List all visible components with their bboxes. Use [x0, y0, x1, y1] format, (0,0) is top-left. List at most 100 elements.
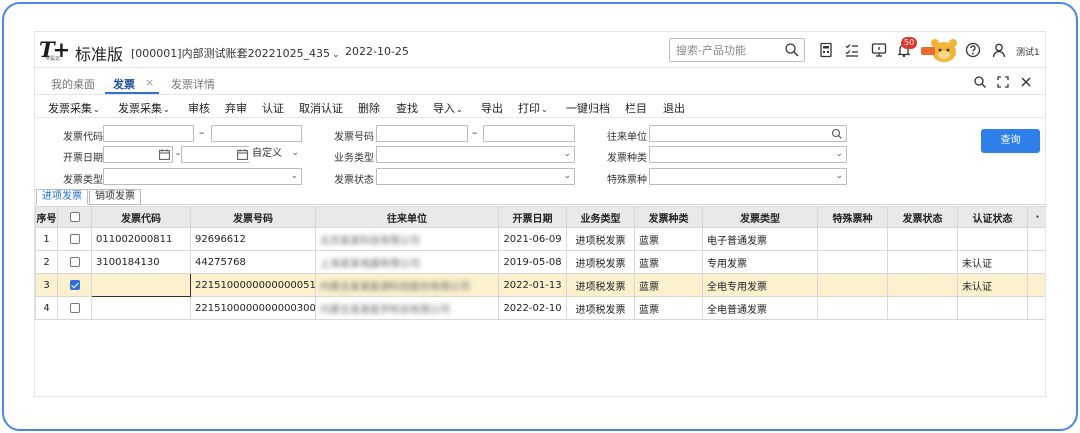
user-icon[interactable] — [991, 42, 1007, 58]
close-icon[interactable] — [1019, 75, 1033, 89]
col-header-kind[interactable]: 发票种类 — [634, 206, 703, 228]
search-input[interactable] — [676, 42, 780, 58]
account-selector[interactable]: [000001]内部测试账套20221025_435 ⌄ — [131, 45, 340, 61]
cell-partner[interactable]: 北京某某科技有限公司 — [315, 227, 499, 251]
row-select-cell[interactable] — [57, 296, 92, 320]
cell-auth[interactable]: 未认证 — [957, 273, 1028, 297]
toolbar-audit[interactable]: 审核 — [188, 100, 210, 116]
cell-type[interactable]: 全电专用发票 — [702, 273, 818, 297]
invoice-status-select[interactable]: ⌄ — [376, 168, 575, 185]
toolbar-find[interactable]: 查找 — [396, 100, 418, 116]
tab-my-desktop[interactable]: 我的桌面 — [51, 76, 95, 92]
invoice-number-from-input[interactable] — [376, 125, 468, 142]
cell-number[interactable]: 22151000000000003006 — [190, 296, 316, 320]
partner-input[interactable] — [649, 125, 847, 142]
cell-type[interactable]: 电子普通发票 — [702, 227, 818, 251]
invoice-number-to-input[interactable] — [483, 125, 575, 142]
calculator-icon[interactable] — [818, 42, 834, 58]
select-all-checkbox[interactable] — [69, 211, 80, 222]
monitor-icon[interactable] — [871, 42, 887, 58]
issue-date-to-input[interactable] — [181, 146, 251, 163]
tab-invoice-detail[interactable]: 发票详情 — [171, 76, 215, 92]
cell-number[interactable]: 92696612 — [190, 227, 316, 251]
col-header-more[interactable]: · — [1027, 206, 1045, 228]
cell-auth[interactable]: 未认证 — [957, 250, 1028, 274]
cell-code[interactable]: 3100184130 — [91, 250, 191, 274]
col-header-business[interactable]: 业务类型 — [566, 206, 635, 228]
cell-kind[interactable]: 蓝票 — [634, 296, 703, 320]
cell-business[interactable]: 进项税发票 — [566, 296, 635, 320]
toolbar-print[interactable]: 打印⌄ — [518, 100, 548, 116]
username[interactable]: 测试1 — [1016, 45, 1040, 58]
col-header-select-all[interactable] — [57, 206, 92, 228]
toolbar-cancel-certify[interactable]: 取消认证 — [299, 100, 343, 116]
row-select-cell[interactable] — [57, 227, 92, 251]
table-row[interactable]: 2 3100184130 44275768 上海某某电器有限公司 2019-05… — [35, 250, 1045, 274]
invoice-type-select[interactable]: ⌄ — [103, 168, 302, 185]
cell-code[interactable] — [91, 296, 191, 320]
row-checkbox[interactable] — [69, 256, 80, 267]
cell-type[interactable]: 专用发票 — [702, 250, 818, 274]
checklist-icon[interactable] — [844, 42, 860, 58]
query-button[interactable]: 查询 — [981, 129, 1040, 153]
col-header-special[interactable]: 特殊票种 — [817, 206, 888, 228]
invoice-kind-select[interactable]: ⌄ — [649, 146, 847, 163]
cell-date[interactable]: 2021-06-09 — [498, 227, 567, 251]
cell-date[interactable]: 2022-01-13 — [498, 273, 567, 297]
cell-business[interactable]: 进项税发票 — [566, 273, 635, 297]
row-checkbox-checked[interactable] — [69, 279, 80, 290]
col-header-no[interactable]: 序号 — [35, 206, 58, 228]
cell-status[interactable] — [887, 296, 958, 320]
table-row[interactable]: 4 22151000000000003006 内蒙古某某医学检验有限公司 202… — [35, 296, 1045, 320]
row-select-cell[interactable] — [57, 250, 92, 274]
row-checkbox[interactable] — [69, 233, 80, 244]
table-row-selected[interactable]: 3 22151000000000000516 内蒙古某某能源科技股份有限公司 2… — [35, 273, 1045, 297]
cell-kind[interactable]: 蓝票 — [634, 250, 703, 274]
calendar-icon[interactable] — [237, 149, 248, 160]
cell-special[interactable] — [817, 296, 888, 320]
tab-sales-invoice[interactable]: 销项发票 — [89, 189, 141, 205]
cell-kind[interactable]: 蓝票 — [634, 273, 703, 297]
cell-business[interactable]: 进项税发票 — [566, 250, 635, 274]
cell-number[interactable]: 22151000000000000516 — [190, 273, 316, 297]
toolbar-archive[interactable]: 一键归档 — [566, 100, 610, 116]
cell-auth[interactable] — [957, 227, 1028, 251]
mascot-icon[interactable] — [920, 37, 958, 63]
col-header-type[interactable]: 发票类型 — [702, 206, 818, 228]
col-header-code[interactable]: 发票代码 — [91, 206, 191, 228]
col-header-auth[interactable]: 认证状态 — [957, 206, 1028, 228]
fullscreen-icon[interactable] — [996, 75, 1010, 89]
tab-invoice[interactable]: 发票 — [113, 76, 135, 92]
toolbar-collect-1[interactable]: 发票采集⌄ — [48, 100, 100, 116]
cell-status[interactable] — [887, 273, 958, 297]
cell-status[interactable] — [887, 227, 958, 251]
business-type-select[interactable]: ⌄ — [376, 146, 575, 163]
cell-date[interactable]: 2022-02-10 — [498, 296, 567, 320]
close-tab-icon[interactable]: × — [145, 76, 154, 89]
help-icon[interactable] — [965, 42, 981, 58]
cell-number[interactable]: 44275768 — [190, 250, 316, 274]
tab-purchase-invoice[interactable]: 进项发票 — [36, 189, 88, 205]
col-header-status[interactable]: 发票状态 — [887, 206, 958, 228]
cell-partner[interactable]: 内蒙古某某能源科技股份有限公司 — [315, 273, 499, 297]
cell-code[interactable]: 011002000811 — [91, 227, 191, 251]
cell-date[interactable]: 2019-05-08 — [498, 250, 567, 274]
cell-partner[interactable]: 内蒙古某某医学检验有限公司 — [315, 296, 499, 320]
toolbar-collect-2[interactable]: 发票采集⌄ — [118, 100, 170, 116]
table-row[interactable]: 1 011002000811 92696612 北京某某科技有限公司 2021-… — [35, 227, 1045, 251]
date-mode-select[interactable]: 自定义 ⌄ — [249, 146, 302, 163]
cell-special[interactable] — [817, 227, 888, 251]
cell-auth[interactable] — [957, 296, 1028, 320]
toolbar-unaudit[interactable]: 弃审 — [225, 100, 247, 116]
cell-special[interactable] — [817, 273, 888, 297]
toolbar-exit[interactable]: 退出 — [663, 100, 685, 116]
cell-special[interactable] — [817, 250, 888, 274]
cell-partner[interactable]: 上海某某电器有限公司 — [315, 250, 499, 274]
col-header-number[interactable]: 发票号码 — [190, 206, 316, 228]
issue-date-from-input[interactable] — [103, 146, 173, 163]
search-box[interactable] — [669, 38, 805, 62]
cell-type[interactable]: 全电普通发票 — [702, 296, 818, 320]
cell-kind[interactable]: 蓝票 — [634, 227, 703, 251]
invoice-code-to-input[interactable] — [211, 125, 302, 142]
toolbar-columns[interactable]: 栏目 — [625, 100, 647, 116]
